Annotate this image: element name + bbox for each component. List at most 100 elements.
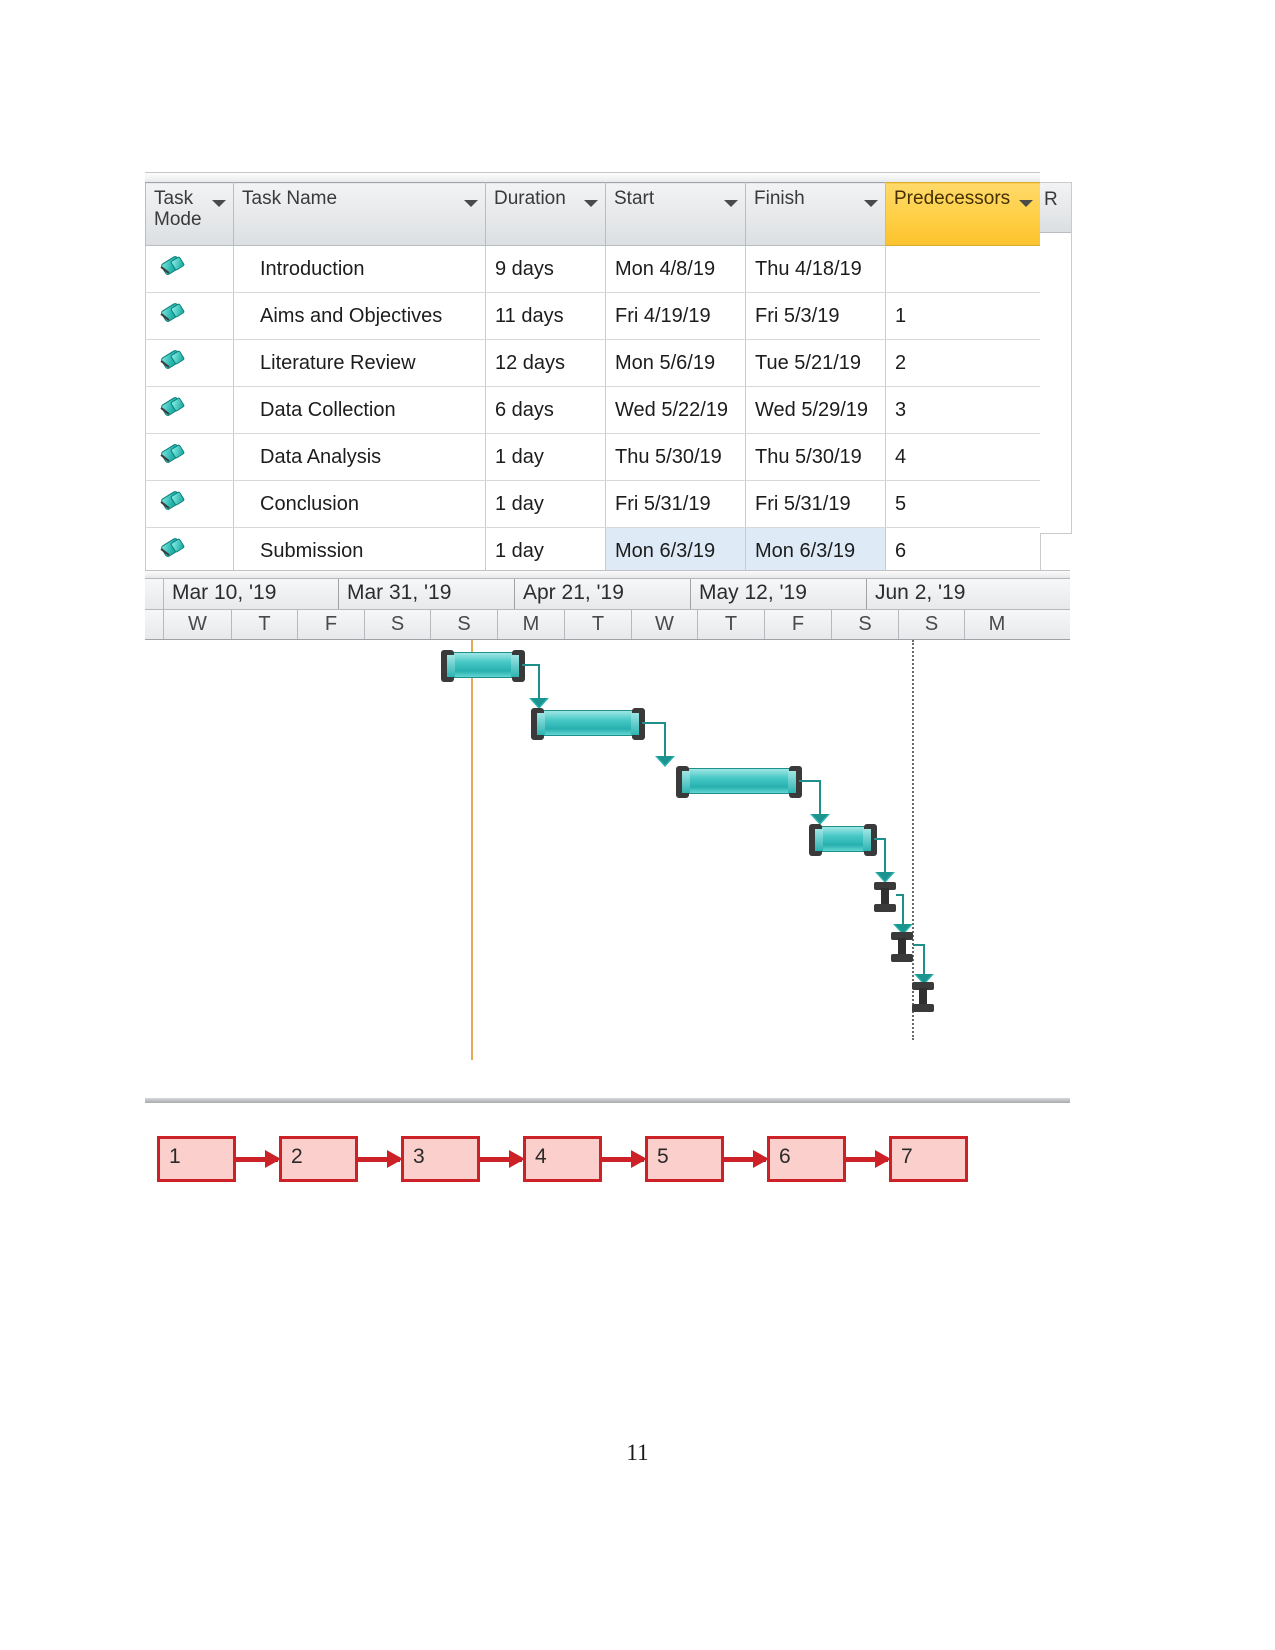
timeline-day-cell: M: [498, 610, 565, 639]
column-header-predecessors[interactable]: Predecessors: [885, 182, 1041, 246]
cell-start[interactable]: Fri 5/31/19: [605, 480, 746, 528]
timeline-day-cell: F: [298, 610, 365, 639]
task-table-body: Introduction 9 days Mon 4/8/19 Thu 4/18/…: [145, 245, 1041, 575]
cell-start[interactable]: Fri 4/19/19: [605, 292, 746, 340]
gantt-bar-data-collection[interactable]: [809, 824, 877, 856]
column-header-task-mode-label: Task Mode: [154, 188, 202, 230]
cell-duration[interactable]: 9 days: [485, 245, 606, 293]
cell-predecessors[interactable]: 1: [885, 292, 1041, 340]
network-arrow-icon: [724, 1150, 769, 1168]
cell-task-name[interactable]: Data Collection: [233, 386, 486, 434]
cell-duration[interactable]: 1 day: [485, 433, 606, 481]
cut-off-column: R: [1040, 182, 1072, 534]
push-pin-icon: [158, 536, 186, 564]
table-row[interactable]: Data Analysis 1 day Thu 5/30/19 Thu 5/30…: [145, 433, 1041, 481]
cell-task-name[interactable]: Introduction: [233, 245, 486, 293]
cell-duration[interactable]: 1 day: [485, 527, 606, 575]
gantt-bar-conclusion[interactable]: [891, 932, 913, 962]
cell-task-name[interactable]: Literature Review: [233, 339, 486, 387]
cell-finish[interactable]: Fri 5/3/19: [745, 292, 886, 340]
cell-task-mode[interactable]: [145, 527, 234, 575]
cell-predecessors[interactable]: 4: [885, 433, 1041, 481]
gantt-bar-data-analysis[interactable]: [874, 882, 896, 912]
cell-predecessors[interactable]: 6: [885, 527, 1041, 575]
network-node[interactable]: 1: [157, 1136, 236, 1182]
filter-dropdown-icon[interactable]: [1019, 200, 1033, 207]
cell-duration[interactable]: 11 days: [485, 292, 606, 340]
timeline-day-cell: W: [164, 610, 232, 639]
push-pin-icon: [158, 301, 186, 329]
column-header-duration[interactable]: Duration: [485, 182, 606, 246]
cell-start[interactable]: Mon 5/6/19: [605, 339, 746, 387]
cell-finish[interactable]: Thu 4/18/19: [745, 245, 886, 293]
table-row[interactable]: Literature Review 12 days Mon 5/6/19 Tue…: [145, 339, 1041, 387]
cut-off-column-header[interactable]: R: [1040, 183, 1071, 233]
cell-task-mode[interactable]: [145, 386, 234, 434]
cell-task-name[interactable]: Data Analysis: [233, 433, 486, 481]
push-pin-icon: [158, 348, 186, 376]
timeline-day-cell: F: [765, 610, 832, 639]
cell-start[interactable]: Mon 6/3/19: [605, 527, 746, 575]
network-arrow-icon: [602, 1150, 647, 1168]
cell-start[interactable]: Thu 5/30/19: [605, 433, 746, 481]
timeline-day-header: W T F S S M T W T F S S M: [145, 610, 1070, 640]
filter-dropdown-icon[interactable]: [212, 200, 226, 207]
column-header-task-mode[interactable]: Task Mode: [145, 182, 234, 246]
bar-cap-bottom-icon: [891, 954, 913, 962]
column-header-start-label: Start: [614, 188, 655, 209]
cell-duration[interactable]: 1 day: [485, 480, 606, 528]
cell-finish[interactable]: Mon 6/3/19: [745, 527, 886, 575]
filter-dropdown-icon[interactable]: [724, 200, 738, 207]
cell-start[interactable]: Wed 5/22/19: [605, 386, 746, 434]
cell-task-name[interactable]: Submission: [233, 527, 486, 575]
column-header-start[interactable]: Start: [605, 182, 746, 246]
timeline-week-label: Mar 31, '19: [339, 579, 515, 609]
cell-start[interactable]: Mon 4/8/19: [605, 245, 746, 293]
filter-dropdown-icon[interactable]: [464, 200, 478, 207]
cell-finish[interactable]: Fri 5/31/19: [745, 480, 886, 528]
link-line: [902, 894, 904, 928]
gantt-bar-aims-and-objectives[interactable]: [531, 708, 645, 740]
cell-task-mode[interactable]: [145, 433, 234, 481]
timeline-week-label: Apr 21, '19: [515, 579, 691, 609]
network-node[interactable]: 2: [279, 1136, 358, 1182]
column-header-task-name[interactable]: Task Name: [233, 182, 486, 246]
table-row[interactable]: Aims and Objectives 11 days Fri 4/19/19 …: [145, 292, 1041, 340]
filter-dropdown-icon[interactable]: [864, 200, 878, 207]
cell-task-name[interactable]: Aims and Objectives: [233, 292, 486, 340]
table-row[interactable]: Data Collection 6 days Wed 5/22/19 Wed 5…: [145, 386, 1041, 434]
network-node[interactable]: 6: [767, 1136, 846, 1182]
table-row[interactable]: Submission 1 day Mon 6/3/19 Mon 6/3/19 6: [145, 527, 1041, 575]
network-node[interactable]: 7: [889, 1136, 968, 1182]
network-node[interactable]: 5: [645, 1136, 724, 1182]
network-node[interactable]: 4: [523, 1136, 602, 1182]
network-node[interactable]: 3: [401, 1136, 480, 1182]
cell-task-mode[interactable]: [145, 339, 234, 387]
link-line: [819, 780, 821, 818]
push-pin-icon: [158, 442, 186, 470]
cell-predecessors[interactable]: 2: [885, 339, 1041, 387]
cell-finish[interactable]: Tue 5/21/19: [745, 339, 886, 387]
table-row[interactable]: Conclusion 1 day Fri 5/31/19 Fri 5/31/19…: [145, 480, 1041, 528]
cell-task-name[interactable]: Conclusion: [233, 480, 486, 528]
table-top-scrollbar[interactable]: [145, 172, 1040, 182]
link-line: [664, 722, 666, 760]
cell-finish[interactable]: Thu 5/30/19: [745, 433, 886, 481]
cell-task-mode[interactable]: [145, 292, 234, 340]
cell-task-mode[interactable]: [145, 245, 234, 293]
link-line: [884, 838, 886, 876]
gantt-bar-literature-review[interactable]: [676, 766, 802, 798]
cell-duration[interactable]: 6 days: [485, 386, 606, 434]
column-header-finish[interactable]: Finish: [745, 182, 886, 246]
cell-predecessors[interactable]: [885, 245, 1041, 293]
filter-dropdown-icon[interactable]: [584, 200, 598, 207]
cell-finish[interactable]: Wed 5/29/19: [745, 386, 886, 434]
cell-task-mode[interactable]: [145, 480, 234, 528]
cell-predecessors[interactable]: 5: [885, 480, 1041, 528]
cell-duration[interactable]: 12 days: [485, 339, 606, 387]
gantt-bar-submission[interactable]: [912, 982, 934, 1012]
gantt-bar-introduction[interactable]: [441, 650, 525, 682]
link-line: [538, 664, 540, 702]
table-row[interactable]: Introduction 9 days Mon 4/8/19 Thu 4/18/…: [145, 245, 1041, 293]
cell-predecessors[interactable]: 3: [885, 386, 1041, 434]
